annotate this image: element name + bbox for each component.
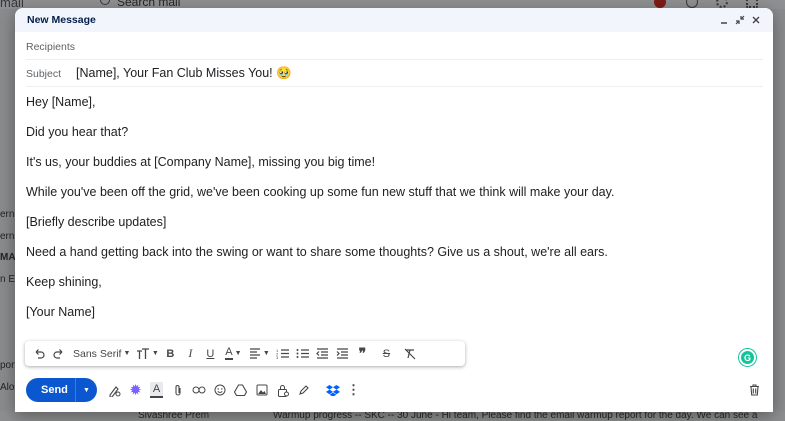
body-line: It's us, your buddies at [Company Name],… xyxy=(26,155,376,169)
minimize-icon[interactable] xyxy=(717,13,731,27)
formatting-toolbar: Sans Serif ▼ ▼ B I U A ▼ ▼ 123 ❞ S xyxy=(25,341,465,366)
grammarly-icon[interactable]: G xyxy=(739,349,756,366)
drive-icon[interactable] xyxy=(230,380,251,400)
bold-icon[interactable]: B xyxy=(160,344,180,364)
exit-fullscreen-icon[interactable] xyxy=(733,13,747,27)
send-button[interactable]: Send xyxy=(26,384,75,396)
more-options-icon[interactable]: ⋮ xyxy=(343,380,364,400)
dropbox-icon[interactable] xyxy=(322,380,343,400)
text-color-icon[interactable]: A ▼ xyxy=(220,344,246,364)
recipients-label: Recipients xyxy=(26,40,76,53)
body-line: Did you hear that? xyxy=(26,125,129,139)
font-size-icon[interactable]: ▼ xyxy=(134,344,160,364)
schedule-send-chevron-icon[interactable]: ▼ xyxy=(76,387,97,394)
indent-more-icon[interactable] xyxy=(332,344,352,364)
body-line: Need a hand getting back into the swing … xyxy=(26,245,608,259)
photo-icon[interactable] xyxy=(251,380,272,400)
ai-sparkle-icon[interactable]: ✹ xyxy=(125,380,146,400)
svg-text:3: 3 xyxy=(276,355,279,359)
redo-icon[interactable] xyxy=(49,344,69,364)
subject-field[interactable]: Subject [Name], Your Fan Club Misses You… xyxy=(26,61,763,87)
indent-less-icon[interactable] xyxy=(312,344,332,364)
pen-icon[interactable] xyxy=(293,380,314,400)
chevron-down-icon: ▼ xyxy=(151,350,159,357)
compose-title: New Message xyxy=(27,14,96,26)
remove-formatting-icon[interactable] xyxy=(400,344,420,364)
italic-icon[interactable]: I xyxy=(180,344,200,364)
formatting-options-icon[interactable]: A xyxy=(146,380,167,400)
subject-label: Subject xyxy=(26,67,62,80)
quote-icon[interactable]: ❞ xyxy=(352,344,372,364)
chevron-down-icon: ▼ xyxy=(262,350,270,357)
body-line: [Briefly describe updates] xyxy=(26,215,167,229)
subject-input[interactable]: [Name], Your Fan Club Misses You! 🥹 xyxy=(76,66,292,81)
underline-icon[interactable]: U xyxy=(200,344,220,364)
close-icon[interactable] xyxy=(749,13,763,27)
compose-window: New Message Recipients Subject [Name], Y… xyxy=(15,8,773,412)
body-line: Hey [Name], xyxy=(26,95,96,109)
strikethrough-icon[interactable]: S xyxy=(376,344,396,364)
emoji-icon[interactable] xyxy=(209,380,230,400)
attach-icon[interactable] xyxy=(167,380,188,400)
undo-icon[interactable] xyxy=(29,344,49,364)
discard-draft-icon[interactable] xyxy=(744,380,765,400)
body-line: While you've been off the grid, we've be… xyxy=(26,185,615,199)
font-select[interactable]: Sans Serif ▼ xyxy=(69,344,134,364)
recipients-field[interactable]: Recipients xyxy=(26,34,763,60)
body-line: [Your Name] xyxy=(26,305,96,319)
text-color-glyph: A xyxy=(225,346,233,360)
body-line: Keep shining, xyxy=(26,275,102,289)
align-icon[interactable]: ▼ xyxy=(246,344,272,364)
chevron-down-icon: ▼ xyxy=(234,350,242,357)
send-button-group: Send ▼ xyxy=(26,378,97,402)
bulleted-list-icon[interactable] xyxy=(292,344,312,364)
signature-tool-icon[interactable] xyxy=(104,380,125,400)
chevron-down-icon: ▼ xyxy=(123,350,131,357)
formatting-glyph: A xyxy=(149,382,164,398)
numbered-list-icon[interactable]: 123 xyxy=(272,344,292,364)
confidential-mode-icon[interactable] xyxy=(272,380,293,400)
compose-bottom-bar: Send ▼ ✹ A ⋮ xyxy=(26,378,765,402)
font-select-value: Sans Serif xyxy=(73,347,122,360)
compose-header: New Message xyxy=(15,8,773,32)
link-icon[interactable] xyxy=(188,380,209,400)
